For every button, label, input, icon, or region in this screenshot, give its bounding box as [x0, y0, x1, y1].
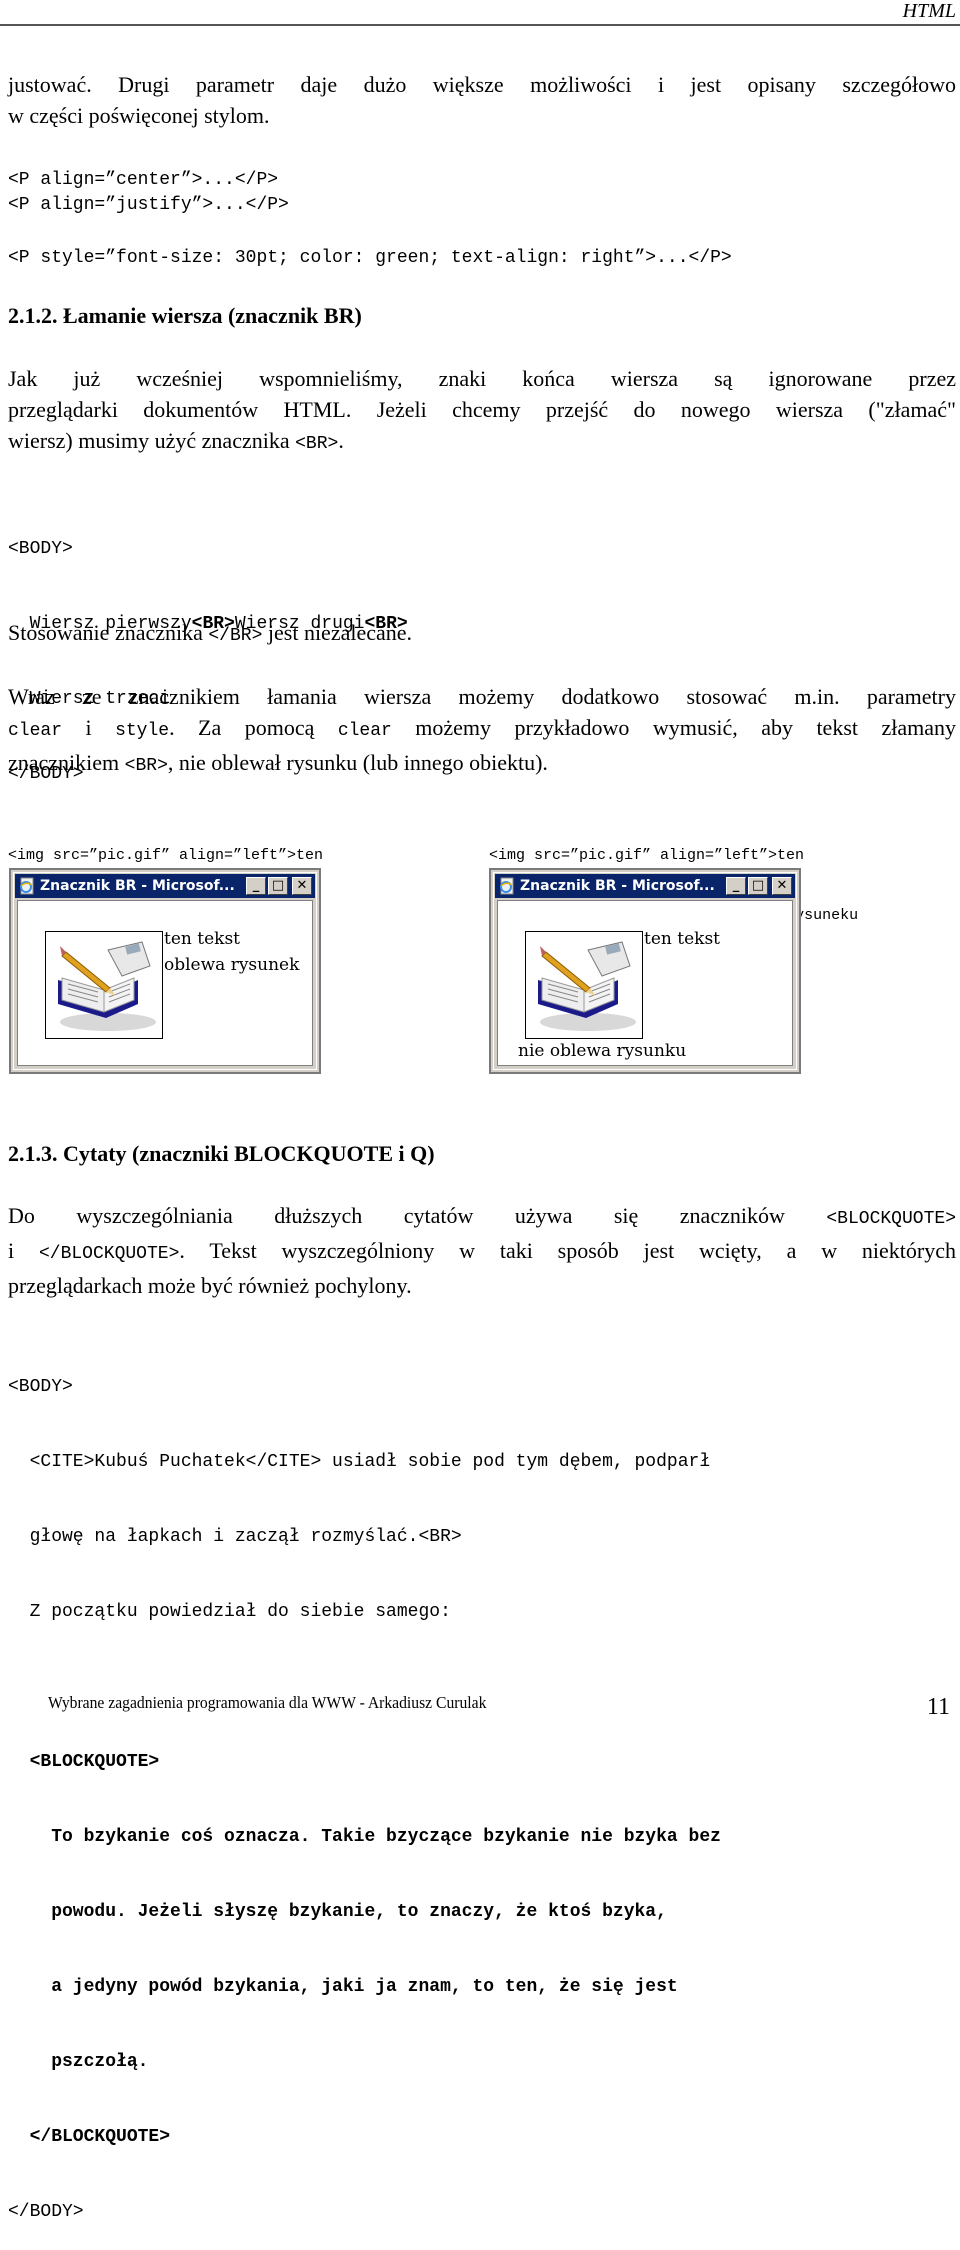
- header-divider: [0, 24, 960, 26]
- code-line: </BLOCKQUOTE>: [8, 2127, 171, 2147]
- browser-window-right: Znacznik BR - Microsof... _ □ ✕ ten teks…: [489, 868, 801, 1074]
- window-text-line-2: oblewa rysunek: [164, 955, 300, 975]
- code-align-center: <P align=”center”>...</P>: [8, 170, 279, 190]
- page-number: 11: [926, 1694, 950, 1720]
- br-tag-inline: <BR>: [295, 434, 339, 454]
- window-titlebar: Znacznik BR - Microsof... _ □ ✕: [495, 874, 795, 898]
- code-line: <CITE>Kubuś Puchatek</CITE> usiadł sobie…: [8, 1452, 711, 1472]
- maximize-button[interactable]: □: [268, 877, 288, 895]
- footer-text: Wybrane zagadnienia programowania dla WW…: [48, 1693, 487, 1712]
- window-content: ten tekst nie oblewa rysunku: [497, 900, 793, 1066]
- clear-para-line-1: Wraz ze znacznikiem łamania wiersza może…: [8, 684, 956, 709]
- code-line: głowę na łapkach i zaczął rozmyślać.<BR>: [8, 1527, 462, 1547]
- running-header: HTML: [902, 0, 956, 22]
- code-line: Z początku powiedział do siebie samego:: [8, 1602, 451, 1622]
- br-intro-paragraph: Jak już wcześniej wspomnieliśmy, znaki k…: [8, 363, 956, 460]
- code-align-justify: <P align=”justify”>...</P>: [8, 195, 289, 215]
- bq-para-line-2: i </BLOCKQUOTE>. Tekst wyszczególniony w…: [8, 1238, 957, 1264]
- window-title: Znacznik BR - Microsof...: [40, 878, 235, 894]
- ie-document-icon: [18, 877, 36, 895]
- br-para-line-2: przeglądarki dokumentów HTML. Jeżeli chc…: [8, 397, 956, 422]
- clear-para-line-3: znacznikiem <BR>, nie oblewał rysunku (l…: [8, 750, 548, 776]
- window-titlebar: Znacznik BR - Microsof... _ □ ✕: [15, 874, 315, 898]
- code-line: pszczołą.: [8, 2052, 149, 2072]
- section-heading-2-1-3: 2.1.3. Cytaty (znaczniki BLOCKQUOTE i Q): [8, 1141, 435, 1166]
- intro-line-2: w części poświęconej stylom.: [8, 103, 270, 128]
- browser-window-left: Znacznik BR - Microsof... _ □ ✕ ten teks…: [9, 868, 321, 1074]
- code-line: </BODY>: [8, 2202, 84, 2222]
- br-para-line-3: wiersz) musimy użyć znacznika <BR>.: [8, 428, 344, 454]
- br-deprecated-note: Stosowanie znacznika </BR> jest niezalec…: [8, 620, 413, 646]
- maximize-button[interactable]: □: [748, 877, 768, 895]
- minimize-button[interactable]: _: [726, 877, 746, 895]
- section-heading-2-1-2: 2.1.2. Łamanie wiersza (znacznik BR): [8, 303, 362, 328]
- code-line: <BODY>: [8, 1377, 73, 1397]
- book-pencil-floppy-image: [45, 931, 163, 1039]
- code-line: powodu. Jeżeli słyszę bzykanie, to znacz…: [8, 1902, 667, 1922]
- intro-paragraph: justować. Drugi parametr daje dużo więks…: [8, 69, 956, 131]
- blockquote-intro-paragraph: Do wyszczególniania dłuższych cytatów uż…: [8, 1200, 956, 1301]
- window-text-line-1: ten tekst: [644, 929, 720, 949]
- minimize-button[interactable]: _: [246, 877, 266, 895]
- code-line: <BODY>: [8, 539, 73, 559]
- window-text-line-2: nie oblewa rysunku: [518, 1041, 687, 1061]
- clear-paragraph: Wraz ze znacznikiem łamania wiersza może…: [8, 681, 956, 782]
- close-button[interactable]: ✕: [772, 877, 792, 895]
- clear-para-line-2: clear i style. Za pomocą clear możemy pr…: [8, 715, 956, 741]
- close-button[interactable]: ✕: [292, 877, 312, 895]
- br-para-line-1: Jak już wcześniej wspomnieliśmy, znaki k…: [8, 366, 956, 391]
- code-line: To bzykanie coś oznacza. Takie bzyczące …: [8, 1827, 721, 1847]
- code-line: a jedyny powód bzykania, jaki ja znam, t…: [8, 1977, 678, 1997]
- book-pencil-floppy-image: [525, 931, 643, 1039]
- code-style-example: <P style=”font-size: 30pt; color: green;…: [8, 248, 732, 268]
- window-content: ten tekst oblewa rysunek: [17, 900, 313, 1066]
- window-title: Znacznik BR - Microsof...: [520, 878, 715, 894]
- bq-para-line-1: Do wyszczególniania dłuższych cytatów uż…: [8, 1203, 956, 1229]
- bq-para-line-3: przeglądarkach może być również pochylon…: [8, 1273, 412, 1298]
- window-text-line-1: ten tekst: [164, 929, 240, 949]
- blockquote-code-block: <BODY> <CITE>Kubuś Puchatek</CITE> usiad…: [8, 1325, 721, 2250]
- code-line: <BLOCKQUOTE>: [8, 1752, 160, 1772]
- ie-document-icon: [498, 877, 516, 895]
- intro-line-1: justować. Drugi parametr daje dużo więks…: [8, 72, 956, 97]
